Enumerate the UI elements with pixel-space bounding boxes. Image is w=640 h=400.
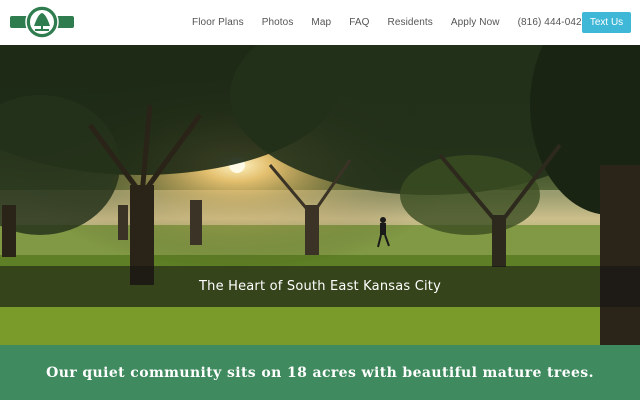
nav-residents[interactable]: Residents bbox=[388, 17, 433, 28]
community-banner: Our quiet community sits on 18 acres wit… bbox=[0, 345, 640, 400]
hero-image: The Heart of South East Kansas City bbox=[0, 45, 640, 345]
phone-link[interactable]: (816) 444-0425 bbox=[518, 17, 588, 28]
nav-apply-now[interactable]: Apply Now bbox=[451, 17, 500, 28]
santa-fe-village-logo[interactable] bbox=[8, 4, 76, 40]
text-us-button[interactable]: Text Us bbox=[582, 12, 631, 33]
nav-photos[interactable]: Photos bbox=[262, 17, 294, 28]
nav-faq[interactable]: FAQ bbox=[349, 17, 369, 28]
nav-map[interactable]: Map bbox=[311, 17, 331, 28]
nav-floor-plans[interactable]: Floor Plans bbox=[192, 17, 244, 28]
hero-caption-band: The Heart of South East Kansas City bbox=[0, 266, 640, 307]
site-header: Floor Plans Photos Map FAQ Residents App… bbox=[0, 0, 640, 45]
main-nav: Floor Plans Photos Map FAQ Residents App… bbox=[192, 0, 599, 45]
banner-text: Our quiet community sits on 18 acres wit… bbox=[46, 364, 594, 381]
hero-caption: The Heart of South East Kansas City bbox=[198, 279, 441, 294]
